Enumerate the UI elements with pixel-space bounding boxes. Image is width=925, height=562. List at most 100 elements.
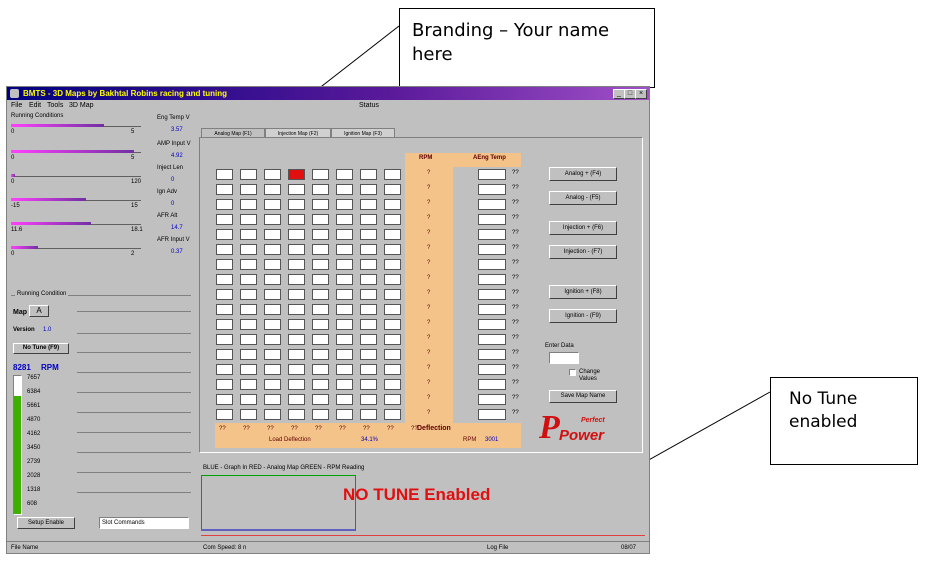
grid-cell[interactable]: [216, 304, 233, 315]
afr-temp-cell[interactable]: [478, 169, 506, 180]
afr-temp-cell[interactable]: [478, 409, 506, 420]
grid-cell[interactable]: [264, 409, 281, 420]
grid-cell[interactable]: [264, 184, 281, 195]
grid-cell[interactable]: [264, 289, 281, 300]
grid-cell[interactable]: [360, 289, 377, 300]
grid-cell[interactable]: [312, 379, 329, 390]
grid-cell[interactable]: [216, 199, 233, 210]
grid-cell[interactable]: [384, 274, 401, 285]
grid-cell[interactable]: [384, 244, 401, 255]
menu-3d-map[interactable]: 3D Map: [69, 102, 94, 109]
grid-cell[interactable]: [384, 409, 401, 420]
grid-cell[interactable]: [336, 379, 353, 390]
close-button[interactable]: ×: [635, 89, 647, 99]
grid-cell[interactable]: [312, 394, 329, 405]
afr-temp-cell[interactable]: [478, 364, 506, 375]
grid-cell[interactable]: [312, 244, 329, 255]
grid-cell[interactable]: [240, 274, 257, 285]
adjust-button[interactable]: Analog - (F5): [549, 191, 617, 205]
grid-cell[interactable]: [216, 349, 233, 360]
grid-cell[interactable]: [336, 409, 353, 420]
grid-cell[interactable]: [240, 214, 257, 225]
no-tune-button[interactable]: No Tune (F9): [13, 343, 69, 354]
grid-cell[interactable]: [216, 364, 233, 375]
grid-cell[interactable]: [312, 184, 329, 195]
grid-cell[interactable]: [240, 184, 257, 195]
grid-cell[interactable]: [288, 274, 305, 285]
grid-cell[interactable]: [384, 334, 401, 345]
grid-cell[interactable]: [336, 304, 353, 315]
grid-cell[interactable]: [264, 379, 281, 390]
grid-cell[interactable]: [240, 244, 257, 255]
save-map-button[interactable]: Save Map Name: [549, 390, 617, 403]
grid-cell[interactable]: [384, 379, 401, 390]
grid-cell[interactable]: [360, 274, 377, 285]
grid-cell-selected[interactable]: [288, 169, 305, 180]
grid-cell[interactable]: [240, 394, 257, 405]
grid-cell[interactable]: [312, 169, 329, 180]
grid-cell[interactable]: [288, 334, 305, 345]
grid-cell[interactable]: [216, 379, 233, 390]
change-values-checkbox[interactable]: [569, 369, 576, 376]
afr-temp-cell[interactable]: [478, 319, 506, 330]
grid-cell[interactable]: [312, 274, 329, 285]
grid-cell[interactable]: [312, 349, 329, 360]
grid-cell[interactable]: [384, 214, 401, 225]
grid-cell[interactable]: [264, 199, 281, 210]
grid-cell[interactable]: [264, 169, 281, 180]
adjust-button[interactable]: Injection + (F6): [549, 221, 617, 235]
grid-cell[interactable]: [240, 364, 257, 375]
afr-temp-cell[interactable]: [478, 229, 506, 240]
afr-temp-cell[interactable]: [478, 304, 506, 315]
afr-temp-cell[interactable]: [478, 274, 506, 285]
grid-cell[interactable]: [384, 304, 401, 315]
grid-cell[interactable]: [216, 319, 233, 330]
grid-cell[interactable]: [360, 409, 377, 420]
grid-cell[interactable]: [336, 214, 353, 225]
grid-cell[interactable]: [384, 184, 401, 195]
grid-cell[interactable]: [360, 184, 377, 195]
afr-temp-cell[interactable]: [478, 214, 506, 225]
grid-cell[interactable]: [240, 199, 257, 210]
grid-cell[interactable]: [216, 169, 233, 180]
grid-cell[interactable]: [360, 304, 377, 315]
grid-cell[interactable]: [336, 199, 353, 210]
grid-cell[interactable]: [384, 319, 401, 330]
grid-cell[interactable]: [312, 199, 329, 210]
afr-temp-cell[interactable]: [478, 184, 506, 195]
slot-commands-field[interactable]: Slot Commands: [99, 517, 189, 529]
grid-cell[interactable]: [240, 349, 257, 360]
grid-cell[interactable]: [240, 169, 257, 180]
grid-cell[interactable]: [360, 379, 377, 390]
grid-cell[interactable]: [336, 319, 353, 330]
grid-cell[interactable]: [216, 289, 233, 300]
menu-tools[interactable]: Tools: [47, 102, 63, 109]
grid-cell[interactable]: [288, 184, 305, 195]
grid-cell[interactable]: [288, 229, 305, 240]
grid-cell[interactable]: [312, 214, 329, 225]
menu-edit[interactable]: Edit: [29, 102, 41, 109]
grid-cell[interactable]: [312, 334, 329, 345]
setup-enable-button[interactable]: Setup Enable: [17, 517, 75, 529]
grid-cell[interactable]: [264, 349, 281, 360]
grid-cell[interactable]: [384, 169, 401, 180]
grid-cell[interactable]: [264, 274, 281, 285]
grid-cell[interactable]: [336, 274, 353, 285]
grid-cell[interactable]: [288, 199, 305, 210]
grid-cell[interactable]: [216, 214, 233, 225]
grid-cell[interactable]: [264, 244, 281, 255]
grid-cell[interactable]: [216, 229, 233, 240]
grid-cell[interactable]: [336, 259, 353, 270]
afr-temp-cell[interactable]: [478, 259, 506, 270]
grid-cell[interactable]: [288, 289, 305, 300]
grid-cell[interactable]: [288, 409, 305, 420]
grid-cell[interactable]: [336, 364, 353, 375]
grid-cell[interactable]: [312, 409, 329, 420]
grid-cell[interactable]: [264, 259, 281, 270]
grid-cell[interactable]: [360, 259, 377, 270]
grid-cell[interactable]: [360, 364, 377, 375]
grid-cell[interactable]: [336, 349, 353, 360]
grid-cell[interactable]: [360, 229, 377, 240]
grid-cell[interactable]: [288, 349, 305, 360]
grid-cell[interactable]: [288, 259, 305, 270]
